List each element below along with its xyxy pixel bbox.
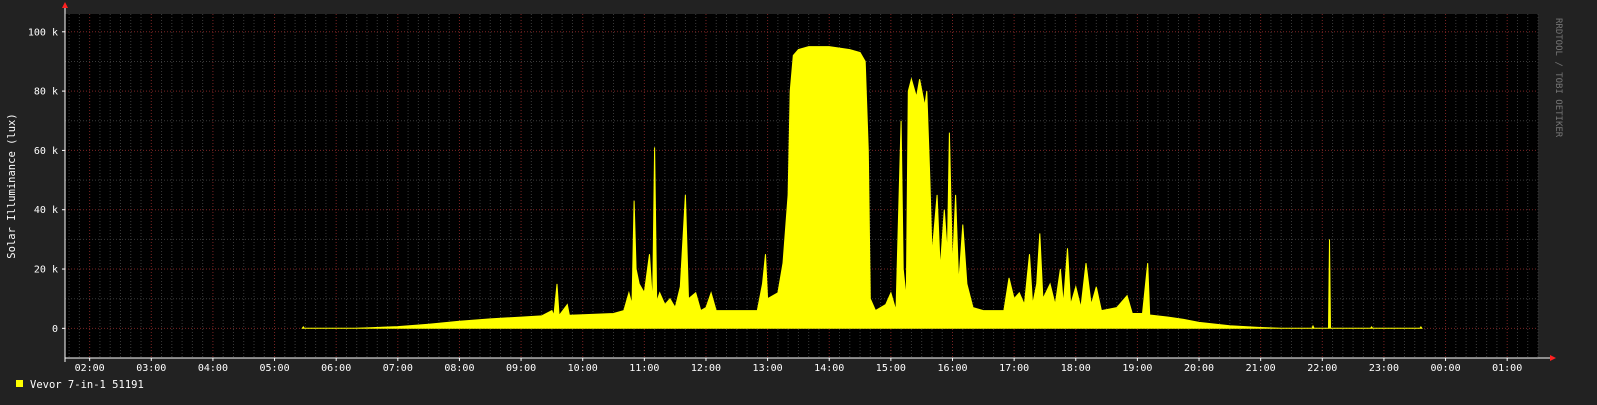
- x-tick-label: 12:00: [691, 363, 721, 374]
- x-tick-label: 05:00: [259, 363, 289, 374]
- x-tick-label: 06:00: [321, 363, 351, 374]
- legend-swatch: [16, 380, 23, 387]
- x-tick-label: 08:00: [444, 363, 474, 374]
- x-tick-label: 14:00: [814, 363, 844, 374]
- chart: 02:00 03:00 04:00 05:00 06:00 07:00 08:00 09:00…: [0, 0, 1597, 405]
- x-tick-label: 10:00: [568, 363, 598, 374]
- x-tick-label: 07:00: [383, 363, 413, 374]
- x-tick-label: 17:00: [999, 363, 1029, 374]
- x-tick-label: 04:00: [198, 363, 228, 374]
- x-tick-label: 16:00: [937, 363, 967, 374]
- x-tick-label: 01:00: [1492, 363, 1522, 374]
- watermark: RRDTOOL / TOBI OETIKER: [1553, 18, 1563, 138]
- chart-container: 02:00 03:00 04:00 05:00 06:00 07:00 08:00 09:00…: [0, 0, 1597, 405]
- y-tick-label: 20 k: [34, 265, 58, 276]
- y-tick-label: 0: [52, 324, 58, 335]
- x-tick-label: 13:00: [753, 363, 783, 374]
- x-tick-label: 20:00: [1184, 363, 1214, 374]
- x-tick-label: 00:00: [1430, 363, 1460, 374]
- x-tick-label: 21:00: [1246, 363, 1276, 374]
- x-tick-label: 22:00: [1307, 363, 1337, 374]
- y-axis-label: Solar Illuminance (lux): [6, 113, 18, 258]
- x-tick-label: 09:00: [506, 363, 536, 374]
- y-tick-label: 80 k: [34, 87, 58, 98]
- y-tick-label: 60 k: [34, 146, 58, 157]
- x-tick-label: 15:00: [876, 363, 906, 374]
- x-tick-label: 11:00: [629, 363, 659, 374]
- legend-label: Vevor 7-in-1 51191: [30, 379, 144, 391]
- y-tick-label: 100 k: [28, 27, 58, 38]
- x-tick-label: 19:00: [1122, 363, 1152, 374]
- x-tick-label: 02:00: [75, 363, 105, 374]
- x-tick-label: 23:00: [1369, 363, 1399, 374]
- x-tick-label: 18:00: [1061, 363, 1091, 374]
- y-tick-label: 40 k: [34, 205, 58, 216]
- x-tick-label: 03:00: [136, 363, 166, 374]
